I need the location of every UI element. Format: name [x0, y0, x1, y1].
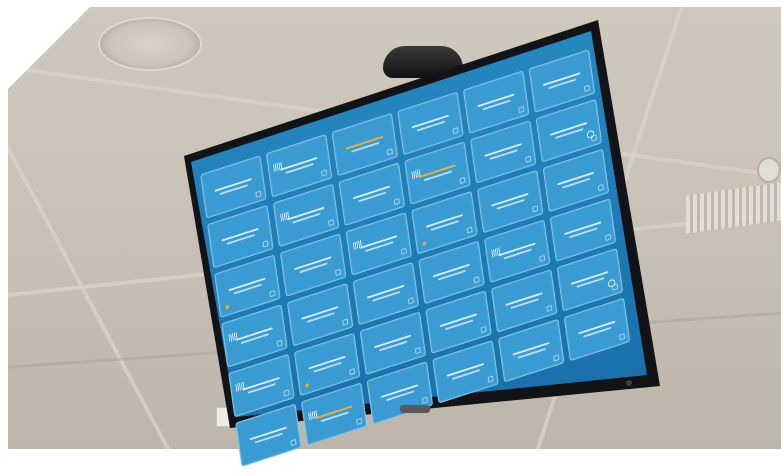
tile-corner-icon — [255, 190, 262, 198]
tv-bottom-light — [400, 405, 430, 413]
tile-corner-icon — [487, 375, 494, 383]
status-dot-icon — [225, 304, 230, 310]
tile-corner-icon — [590, 134, 598, 142]
tile-corner-icon — [414, 346, 421, 355]
tile-corner-icon — [269, 289, 276, 298]
tile-corner-icon — [342, 318, 349, 326]
tile-corner-icon — [393, 197, 400, 206]
tile-corner-icon — [518, 105, 525, 114]
tile-corner-icon — [553, 354, 560, 362]
tile-corner-icon — [262, 240, 269, 248]
tile-corner-icon — [321, 169, 328, 177]
tile-corner-icon — [583, 84, 591, 92]
tile-corner-icon — [604, 233, 612, 242]
tile-corner-icon — [400, 247, 407, 255]
ceiling-tile-line — [8, 7, 174, 449]
tile-corner-icon — [480, 325, 487, 334]
tile-corner-icon — [276, 339, 283, 347]
status-dot-icon — [422, 241, 427, 247]
tile-corner-icon — [283, 389, 290, 397]
tile-corner-icon — [328, 219, 335, 227]
tile-corner-icon — [597, 184, 605, 192]
tile-corner-icon — [386, 148, 393, 156]
tile-corner-icon — [335, 268, 342, 277]
tile-corner-icon — [452, 127, 459, 135]
tile-corner-icon — [525, 155, 532, 163]
tile-corner-icon — [459, 176, 466, 185]
tile-corner-icon — [421, 396, 429, 404]
tile-corner-icon — [532, 205, 539, 213]
ceiling-vent — [686, 182, 781, 234]
tile-corner-icon — [611, 283, 619, 291]
tile-corner-icon — [466, 226, 473, 234]
ceiling-sprinkler — [757, 157, 781, 183]
tv-status-led — [626, 380, 632, 386]
tile-corner-icon — [473, 276, 480, 284]
tile-corner-icon — [349, 368, 356, 376]
ceiling-speaker — [98, 17, 202, 71]
tile-corner-icon — [546, 304, 553, 312]
status-dot-icon — [305, 382, 310, 388]
tile-corner-icon — [356, 417, 363, 426]
tile-corner-icon — [290, 438, 297, 447]
tile-corner-icon — [539, 254, 546, 263]
tile-corner-icon — [618, 333, 626, 341]
tile-corner-icon — [407, 297, 414, 305]
